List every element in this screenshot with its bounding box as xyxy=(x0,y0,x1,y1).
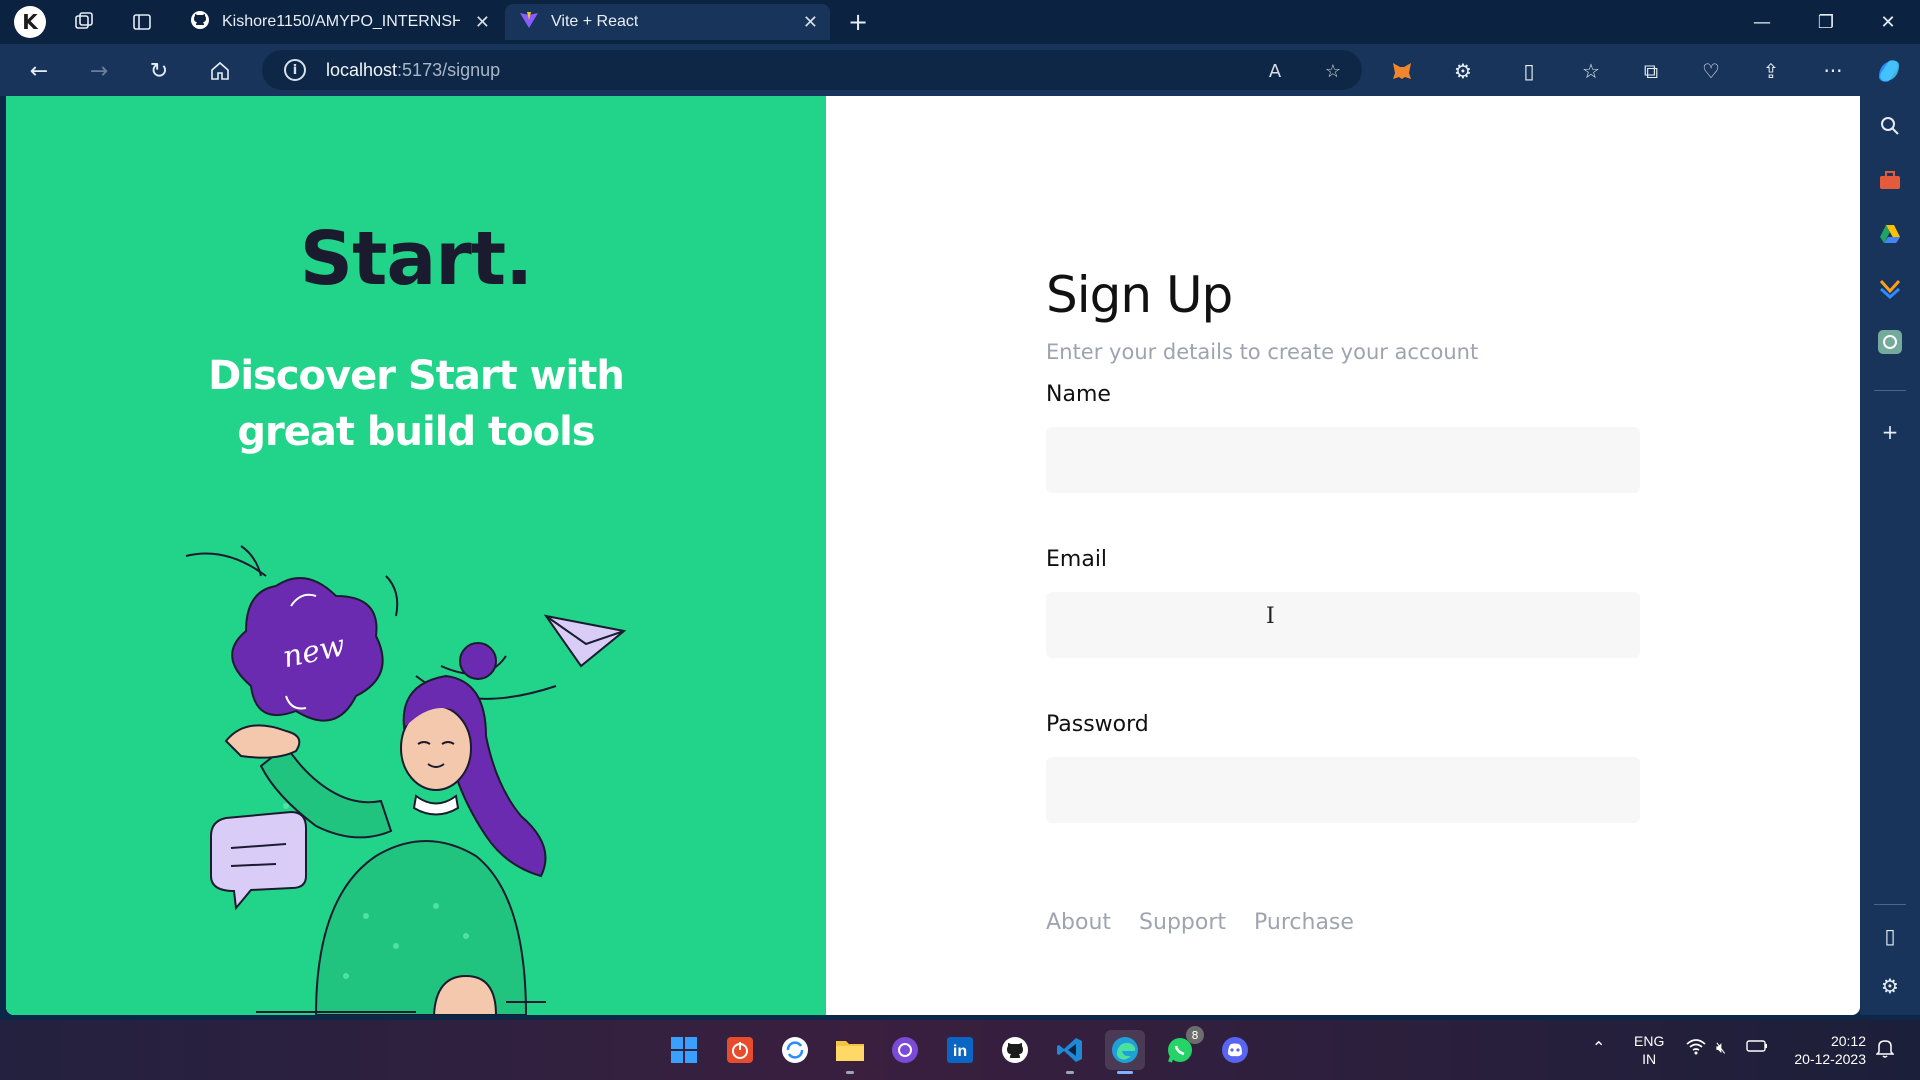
password-field-group: Password xyxy=(1046,712,1646,823)
name-label: Name xyxy=(1046,382,1111,407)
google-drive-icon[interactable] xyxy=(1876,220,1904,248)
profile-avatar[interactable]: K xyxy=(14,6,46,38)
vite-icon xyxy=(519,10,539,35)
support-link[interactable]: Support xyxy=(1139,910,1226,935)
more-options-icon[interactable]: ··· xyxy=(1818,56,1848,86)
signup-page: Start. Discover Start with great build t… xyxy=(6,96,1860,1015)
github-icon[interactable] xyxy=(995,1030,1035,1070)
address-bar[interactable]: i localhost:5173/signup A ☆ xyxy=(262,50,1362,90)
split-screen-icon[interactable]: ▯ xyxy=(1514,56,1544,86)
svg-text:in: in xyxy=(953,1043,967,1060)
collections-icon[interactable]: ⧉ xyxy=(1636,56,1666,86)
back-arrow-icon[interactable]: ← xyxy=(24,56,54,86)
browser-title-bar: K Kishore1150/AMYPO_INTERNSHI ✕ Vite + R… xyxy=(0,0,1920,44)
edge-browser-icon[interactable] xyxy=(1105,1030,1145,1074)
sidebar-toggle-icon[interactable]: ▯ xyxy=(1876,922,1904,950)
email-label: Email xyxy=(1046,547,1108,572)
minimize-button[interactable]: — xyxy=(1740,6,1784,38)
password-input[interactable] xyxy=(1046,757,1640,823)
show-hidden-icons-chevron-icon[interactable]: ⌃ xyxy=(1592,1038,1605,1057)
about-link[interactable]: About xyxy=(1046,910,1111,935)
notification-badge: 8 xyxy=(1186,1026,1204,1044)
github-desktop-icon[interactable] xyxy=(885,1030,925,1070)
github-icon xyxy=(190,10,210,35)
tab-github[interactable]: Kishore1150/AMYPO_INTERNSHI ✕ xyxy=(176,4,502,40)
settings-gear-icon[interactable]: ⚙ xyxy=(1876,972,1904,1000)
hero-tagline: Discover Start with great build tools xyxy=(208,353,625,455)
hero-panel: Start. Discover Start with great build t… xyxy=(6,96,826,1015)
restore-button[interactable]: ❐ xyxy=(1804,6,1848,38)
file-explorer-icon[interactable] xyxy=(830,1030,870,1074)
edge-sidebar: + ▯ ⚙ xyxy=(1860,96,1920,1015)
chat-bubble xyxy=(210,810,307,911)
discord-icon[interactable] xyxy=(1215,1030,1255,1070)
read-aloud-icon[interactable]: A xyxy=(1262,58,1288,84)
close-icon[interactable]: ✕ xyxy=(803,12,818,33)
form-subtitle: Enter your details to create your accoun… xyxy=(1046,340,1479,364)
email-field-group: Email xyxy=(1046,547,1646,658)
ai-extension-icon[interactable] xyxy=(1876,274,1904,302)
favorite-star-icon[interactable]: ☆ xyxy=(1320,58,1346,84)
workspaces-icon[interactable] xyxy=(70,8,98,36)
sidebar-divider xyxy=(1874,390,1906,391)
windows-start-icon[interactable] xyxy=(664,1030,704,1070)
forward-arrow-icon[interactable]: → xyxy=(84,56,114,86)
whatsapp-icon[interactable]: 8 xyxy=(1160,1026,1204,1070)
purchase-link[interactable]: Purchase xyxy=(1254,910,1354,935)
url-text[interactable]: localhost:5173/signup xyxy=(326,60,500,81)
favorites-icon[interactable]: ☆ xyxy=(1576,56,1606,86)
battery-icon[interactable] xyxy=(1746,1038,1768,1057)
name-field-group: Name xyxy=(1046,382,1646,493)
add-icon[interactable]: + xyxy=(1876,418,1904,446)
sync-app-icon[interactable] xyxy=(775,1030,815,1070)
signup-form: Sign Up Enter your details to create you… xyxy=(1046,266,1646,823)
browser-essentials-icon[interactable]: ♡ xyxy=(1696,56,1726,86)
extensions-icon[interactable]: ⚙ xyxy=(1448,56,1478,86)
refresh-icon[interactable]: ↻ xyxy=(144,56,174,86)
language-indicator[interactable]: ENG IN xyxy=(1634,1032,1664,1068)
metamask-extension-icon[interactable] xyxy=(1387,56,1417,86)
vscode-icon[interactable] xyxy=(1050,1030,1090,1074)
chatgpt-icon[interactable] xyxy=(1876,328,1904,356)
email-input[interactable] xyxy=(1046,592,1640,658)
system-clock[interactable]: 20:12 20-12-2023 xyxy=(1786,1032,1866,1068)
tab-label: Kishore1150/AMYPO_INTERNSHI xyxy=(222,13,460,30)
sidebar-divider xyxy=(1874,904,1906,905)
tab-actions-icon[interactable] xyxy=(128,8,156,36)
power-app-icon[interactable] xyxy=(720,1030,760,1070)
search-icon[interactable] xyxy=(1876,112,1904,140)
linkedin-icon[interactable]: in xyxy=(940,1030,980,1070)
name-input[interactable] xyxy=(1046,427,1640,493)
close-icon[interactable]: ✕ xyxy=(475,12,490,33)
tools-icon[interactable] xyxy=(1876,166,1904,194)
home-icon[interactable] xyxy=(205,56,235,86)
password-label: Password xyxy=(1046,712,1149,737)
close-window-button[interactable]: ✕ xyxy=(1866,6,1910,38)
browser-toolbar: ← → ↻ i localhost:5173/signup A ☆ ⚙ ▯ ☆ … xyxy=(0,44,1920,96)
text-cursor-icon: I xyxy=(1266,604,1275,629)
tab-label: Vite + React xyxy=(551,13,639,30)
new-tab-button[interactable]: + xyxy=(844,8,872,36)
hero-illustration: new xyxy=(185,545,627,1015)
tab-vite[interactable]: Vite + React ✕ xyxy=(505,4,830,40)
windows-taskbar: in 8 ⌃ ENG IN 🔇︎ 20:12 20-12-2023 xyxy=(0,1020,1920,1080)
copilot-icon[interactable] xyxy=(1874,56,1904,86)
notification-bell-icon[interactable] xyxy=(1875,1038,1895,1062)
wifi-icon[interactable] xyxy=(1686,1038,1706,1060)
form-title: Sign Up xyxy=(1046,266,1233,324)
share-icon[interactable]: ⇪ xyxy=(1756,56,1786,86)
footer-links: About Support Purchase xyxy=(1046,910,1354,935)
volume-muted-icon[interactable]: 🔇︎ xyxy=(1716,1038,1726,1058)
brand-title: Start. xyxy=(299,216,534,302)
info-icon[interactable]: i xyxy=(284,59,306,81)
